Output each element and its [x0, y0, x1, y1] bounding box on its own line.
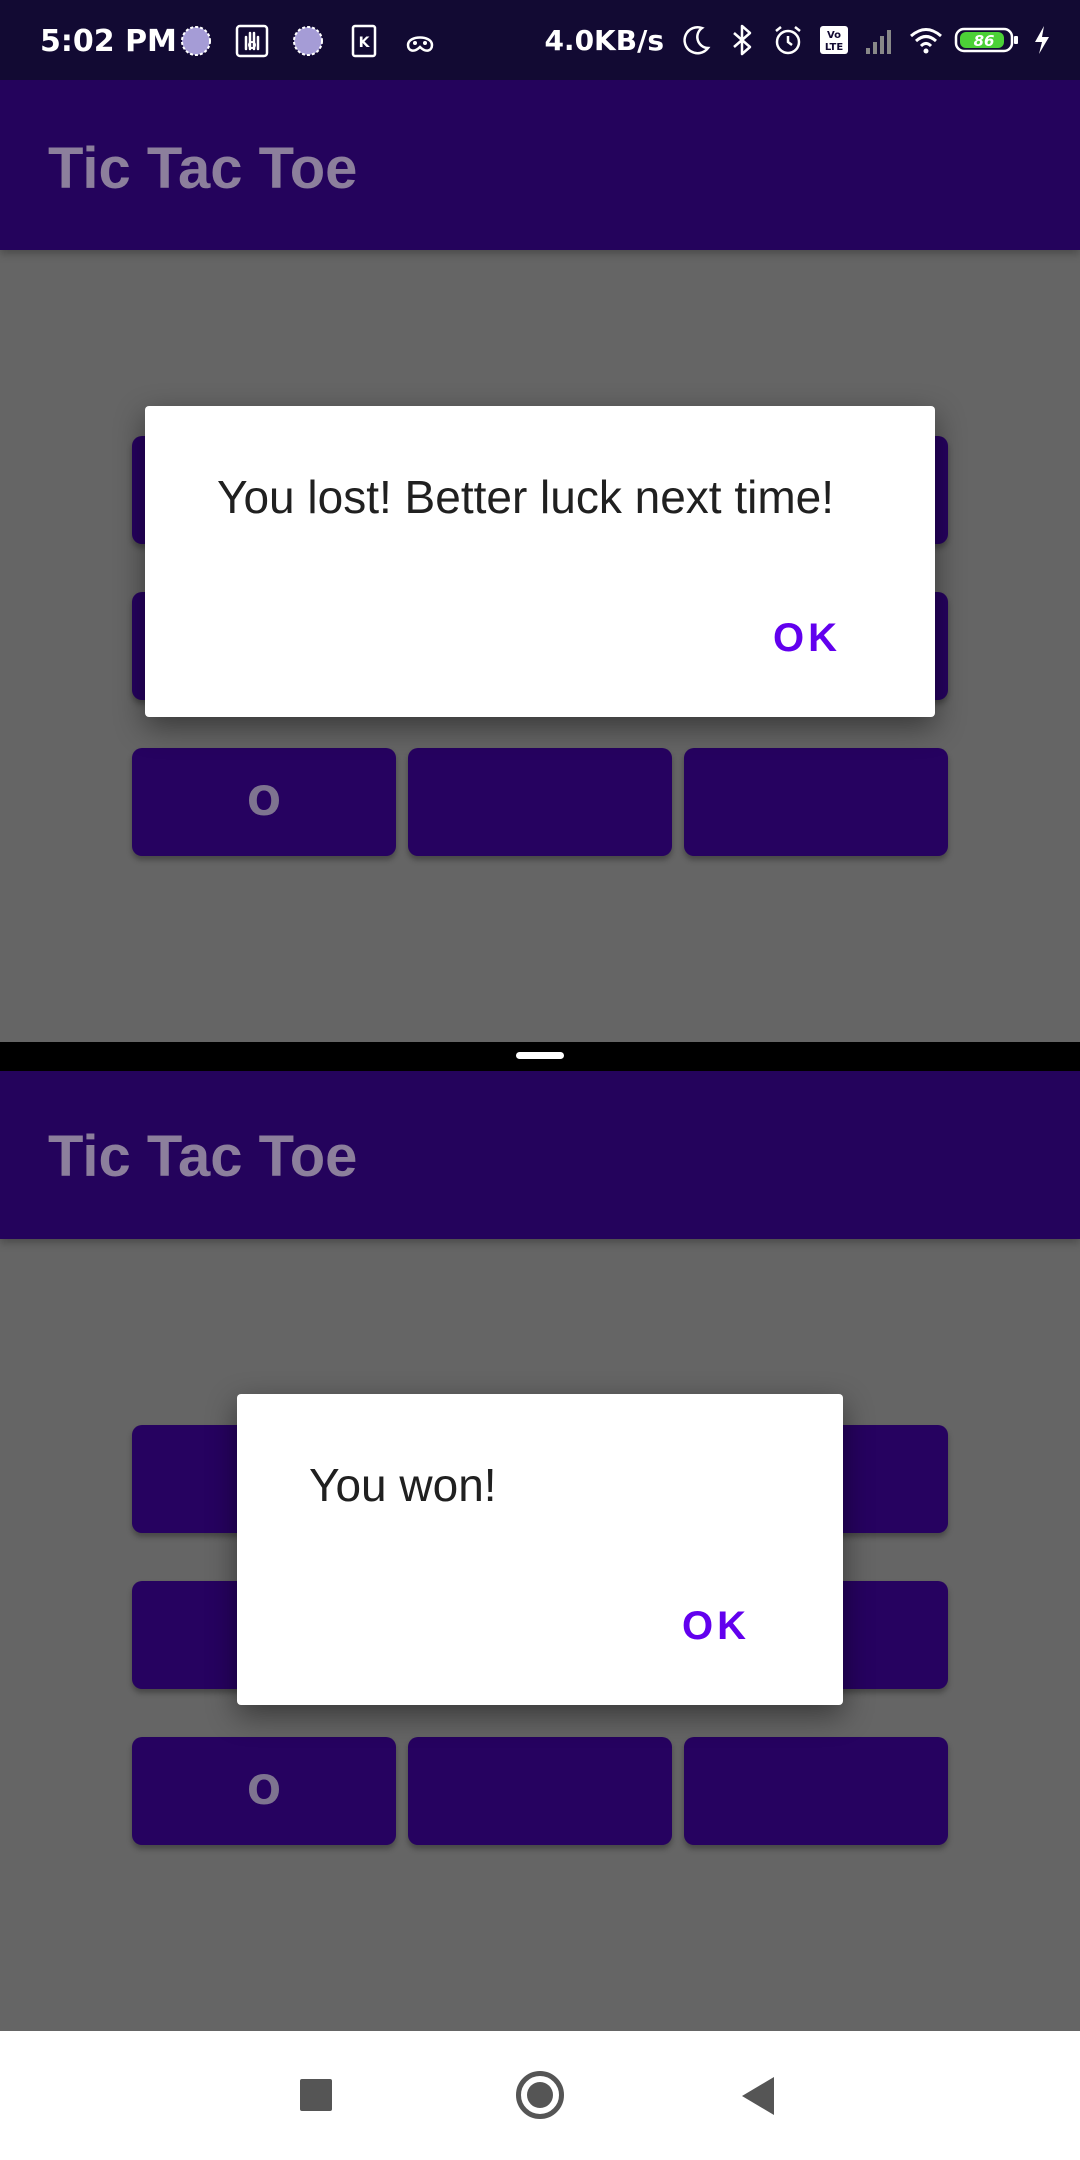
hand-icon — [234, 23, 270, 59]
alarm-icon — [770, 22, 806, 58]
bluetooth-icon — [724, 22, 760, 58]
board-cell[interactable] — [684, 748, 948, 856]
home-icon[interactable] — [516, 2071, 564, 2119]
notification-icons: K — [178, 22, 438, 60]
top-app-window: Tic Tac Toe O You lost! Better luck next… — [0, 80, 1080, 1042]
app-bar: Tic Tac Toe — [0, 1071, 1080, 1239]
svg-text:LTE: LTE — [825, 42, 844, 53]
svg-text:K: K — [359, 35, 371, 51]
board-cell[interactable]: O — [132, 1737, 396, 1845]
volte-icon: Vo LTE — [816, 22, 852, 58]
loading-circle-icon — [178, 23, 214, 59]
app-title: Tic Tac Toe — [48, 1124, 358, 1189]
loading-circle-icon — [290, 23, 326, 59]
wifi-icon — [908, 22, 944, 58]
won-dialog: You won! OK — [237, 1394, 843, 1705]
dialog-message: You won! — [309, 1459, 497, 1511]
battery-level: 86 — [974, 32, 995, 50]
back-icon[interactable] — [742, 2077, 774, 2115]
split-screen-divider[interactable] — [0, 1042, 1080, 1071]
signal-icon — [862, 22, 898, 58]
board-cell[interactable] — [684, 1737, 948, 1845]
battery-icon: 86 — [954, 22, 1020, 58]
lost-dialog: You lost! Better luck next time! OK — [145, 406, 935, 717]
board-cell[interactable] — [408, 748, 672, 856]
network-speed: 4.0KB/s — [544, 23, 664, 57]
app-title: Tic Tac Toe — [48, 136, 358, 201]
app-bar: Tic Tac Toe — [0, 80, 1080, 250]
board-cell[interactable] — [408, 1737, 672, 1845]
home-icon-center — [527, 2082, 553, 2108]
ok-button[interactable]: OK — [773, 616, 841, 661]
k-app-icon: K — [346, 23, 382, 59]
recents-icon[interactable] — [300, 2079, 332, 2111]
game-controller-icon — [402, 23, 438, 59]
bottom-app-window: Tic Tac Toe O You won! OK — [0, 1071, 1080, 2031]
system-icons: 4.0KB/s Vo LTE 86 — [544, 0, 1054, 80]
status-time: 5:02 PM — [40, 24, 177, 59]
charging-icon — [1030, 22, 1054, 58]
board-cell[interactable]: O — [132, 748, 396, 856]
moon-icon — [678, 22, 714, 58]
ok-button[interactable]: OK — [682, 1604, 750, 1649]
navigation-bar — [0, 2031, 1080, 2160]
divider-handle[interactable] — [516, 1052, 564, 1059]
status-bar: 5:02 PM K 4.0KB/s Vo LTE 86 — [0, 0, 1080, 80]
dialog-message: You lost! Better luck next time! — [217, 471, 835, 523]
svg-text:Vo: Vo — [827, 30, 841, 41]
